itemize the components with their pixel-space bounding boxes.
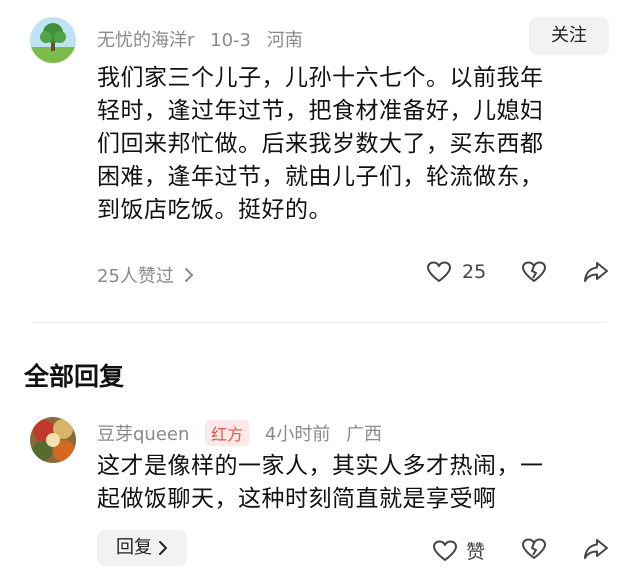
chevron-right-icon <box>158 540 168 556</box>
divider <box>32 322 607 323</box>
reply-like-button[interactable]: 赞 <box>432 537 485 564</box>
reply-text: 这才是像样的一家人，其实人多才热闹，一 起做饭聊天，这种时刻简直就是享受啊 <box>97 450 617 516</box>
reply-like-label: 赞 <box>466 541 486 563</box>
reply-time: 4小时前 <box>264 424 331 445</box>
commenter-name[interactable]: 无忧的海洋r <box>97 30 194 51</box>
section-title: 全部回复 <box>24 362 125 391</box>
comment-meta: 无忧的海洋r 10-3 河南 <box>97 26 313 52</box>
liked-by-link[interactable]: 25人赞过 <box>97 262 194 288</box>
comment-text: 我们家三个儿子，儿孙十六七个。以前我年 轻时，逢过年过节，把食材准备好，儿媳妇 … <box>97 62 617 227</box>
commenter-avatar[interactable] <box>30 17 76 63</box>
replier-name[interactable]: 豆芽queen <box>97 424 189 445</box>
comment-text-line: 轻时，逢过年过节，把食材准备好，儿媳妇 <box>97 98 544 124</box>
comment-text-line: 们回来邦忙做。后来我岁数大了，买东西都 <box>97 131 544 157</box>
reply-button-label: 回复 <box>116 537 152 558</box>
reply-meta: 豆芽queen 红方 4小时前 广西 <box>97 420 392 446</box>
comment-location: 河南 <box>266 30 303 51</box>
comment-date: 10-3 <box>210 30 251 51</box>
comment-text-line: 到饭店吃饭。挺好的。 <box>97 197 332 223</box>
side-badge: 红方 <box>205 420 250 446</box>
share-icon[interactable] <box>583 537 609 561</box>
comment-text-line: 困难，逢年过节，就由儿子们，轮流做东， <box>97 164 544 190</box>
broken-heart-icon[interactable] <box>521 537 547 561</box>
like-button[interactable]: 25 <box>426 260 486 284</box>
replier-avatar[interactable] <box>30 417 76 463</box>
heart-icon <box>426 260 452 284</box>
reply-text-line: 起做饭聊天，这种时刻简直就是享受啊 <box>97 486 497 512</box>
heart-icon <box>432 539 458 563</box>
like-count: 25 <box>462 261 487 283</box>
reply-text-line: 这才是像样的一家人，其实人多才热闹，一 <box>97 453 544 479</box>
broken-heart-icon[interactable] <box>521 260 547 284</box>
share-icon[interactable] <box>583 260 609 284</box>
liked-by-text: 25人赞过 <box>97 266 174 287</box>
comment-text-line: 我们家三个儿子，儿孙十六七个。以前我年 <box>97 65 544 91</box>
chevron-right-icon <box>184 267 194 283</box>
reply-button[interactable]: 回复 <box>97 530 187 566</box>
reply-location: 广西 <box>346 424 383 445</box>
follow-button[interactable]: 关注 <box>529 17 609 55</box>
